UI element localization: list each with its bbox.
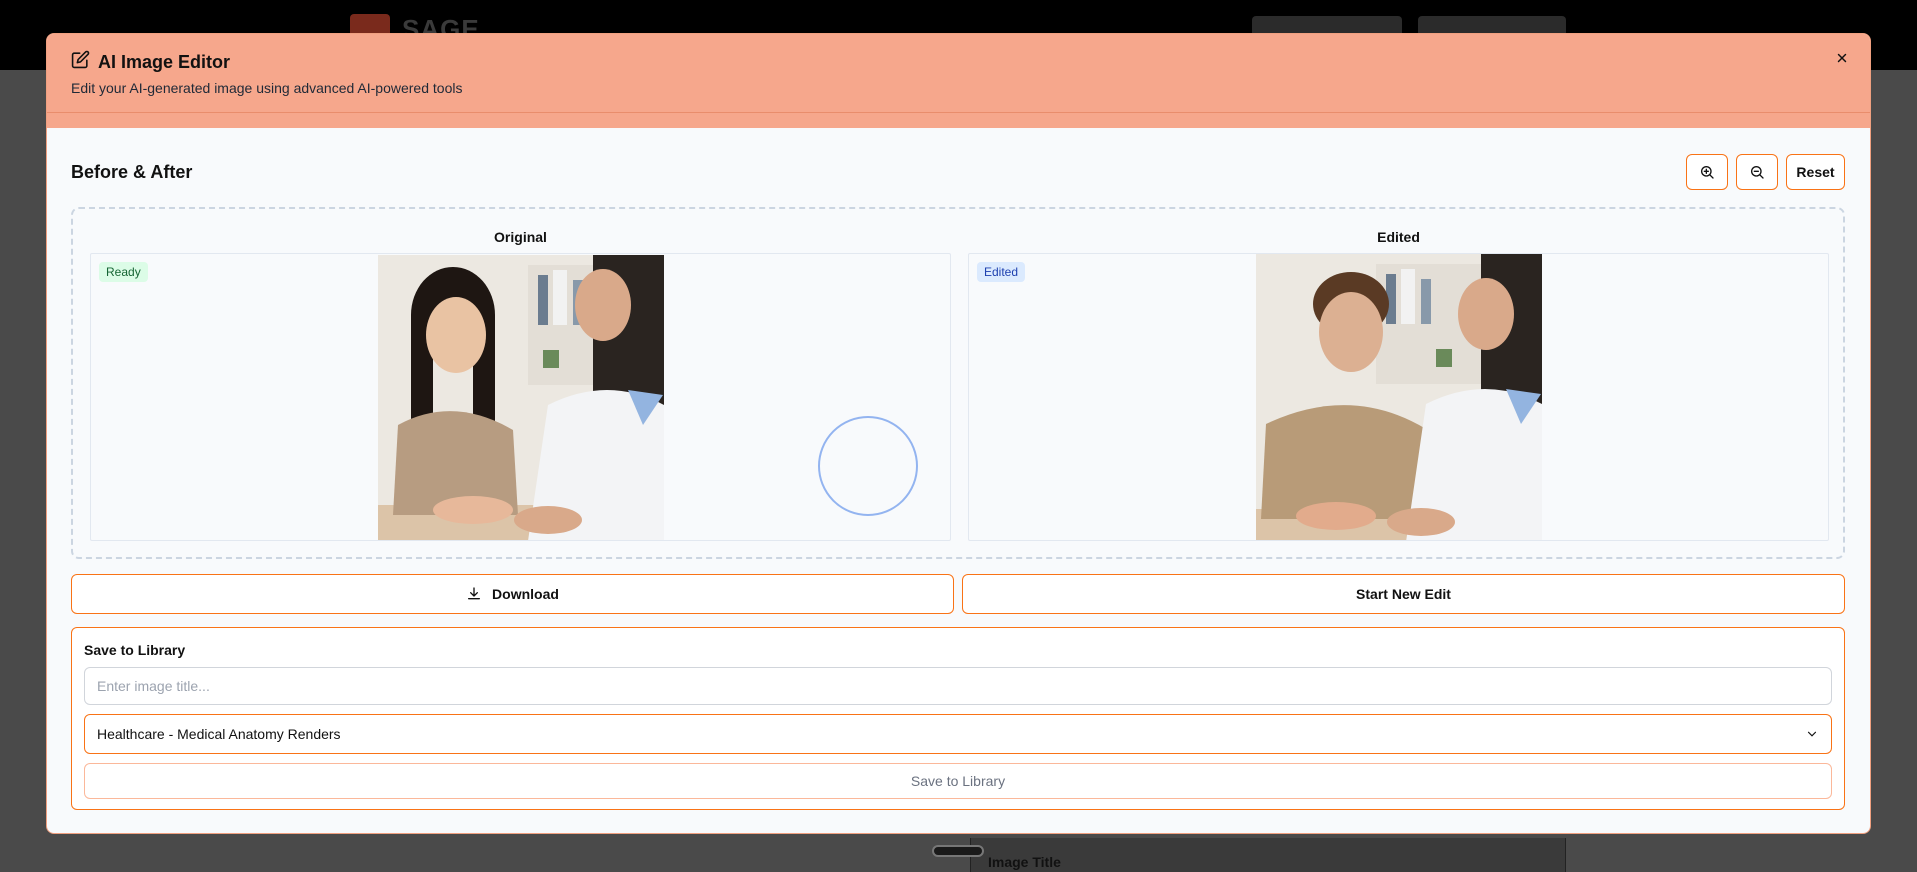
save-to-library-panel: Save to Library Healthcare - Medical Ana… (71, 627, 1845, 810)
before-after-comparison: Original Ready Edited Edited (71, 207, 1845, 559)
original-label: Original (494, 229, 547, 245)
edited-image (1256, 254, 1542, 540)
category-selected-value: Healthcare - Medical Anatomy Renders (97, 726, 341, 742)
ai-image-editor-modal: AI Image Editor Edit your AI-generated i… (46, 33, 1871, 834)
original-pane[interactable]: Ready (90, 253, 951, 541)
download-button[interactable]: Download (71, 574, 954, 614)
background-image-title-label: Image Title (988, 854, 1061, 870)
modal-title: AI Image Editor (98, 51, 231, 72)
status-badge: Edited (977, 262, 1026, 282)
zoom-out-button[interactable] (1736, 154, 1778, 190)
background-handle (932, 845, 984, 857)
modal-subtitle: Edit your AI-generated image using advan… (71, 80, 463, 96)
zoom-in-button[interactable] (1686, 154, 1728, 190)
section-title: Before & After (71, 162, 193, 182)
start-new-edit-button[interactable]: Start New Edit (962, 574, 1845, 614)
start-new-edit-label: Start New Edit (1356, 586, 1451, 602)
modal-header: AI Image Editor Edit your AI-generated i… (47, 34, 1870, 128)
reset-button[interactable]: Reset (1786, 154, 1845, 190)
download-icon (468, 587, 481, 600)
zoom-in-icon (1701, 166, 1714, 179)
chevron-down-icon (1807, 731, 1817, 737)
library-title: Save to Library (84, 642, 186, 658)
edited-pane[interactable]: Edited (968, 253, 1829, 541)
edit-icon (71, 50, 90, 74)
close-button[interactable] (1832, 48, 1852, 68)
image-title-input[interactable] (84, 667, 1832, 705)
close-icon (1837, 53, 1847, 63)
download-label: Download (492, 586, 559, 602)
modal-title-row: AI Image Editor (71, 50, 230, 74)
status-badge: Ready (99, 262, 148, 282)
header-divider (47, 112, 1870, 113)
save-to-library-button[interactable]: Save to Library (84, 763, 1832, 799)
category-select[interactable]: Healthcare - Medical Anatomy Renders (84, 714, 1832, 754)
edited-label: Edited (1377, 229, 1420, 245)
zoom-out-icon (1751, 166, 1764, 179)
original-image (378, 255, 664, 540)
brush-cursor (818, 416, 918, 516)
